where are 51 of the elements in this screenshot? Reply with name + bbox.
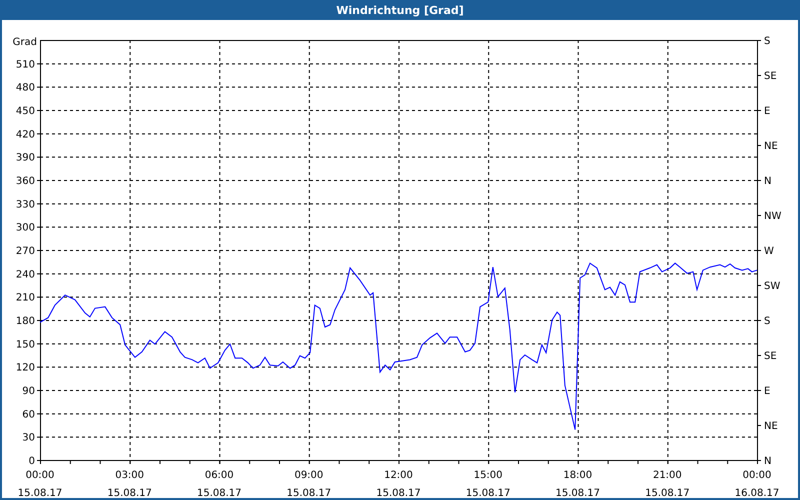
y-tick-label: 270 [16,246,35,257]
compass-tick-label: S [764,316,770,327]
date-tick-label: 15.08.17 [466,488,510,498]
y-tick-label: 300 [16,222,35,234]
compass-tick-label: S [764,36,770,47]
y-axis-title: Grad [12,37,37,48]
date-tick-label: 15.08.17 [376,488,421,498]
date-tick-label: 15.08.17 [18,488,62,498]
y-tick-label: 210 [16,292,35,304]
compass-tick-label: N [764,176,772,187]
y-tick-label: 30 [22,432,35,444]
compass-tick-label: N [764,456,772,467]
compass-tick-label: E [764,386,770,397]
time-tick-label: 18:00 [563,470,592,481]
date-tick-label: 15.08.17 [286,488,332,498]
date-tick-label: 16.08.17 [734,488,780,498]
date-tick-label: 15.08.17 [555,488,600,498]
y-tick-label: 420 [16,129,35,140]
window-title: Windrichtung [Grad] [0,0,800,20]
y-tick-label: 150 [16,339,35,350]
time-tick-label: 00:00 [26,470,54,481]
date-tick-label: 15.08.17 [107,488,152,498]
compass-tick-label: SE [764,351,777,362]
y-tick-label: 390 [16,152,35,164]
compass-tick-label: NE [764,421,778,432]
y-tick-label: 240 [16,269,35,280]
compass-tick-label: NW [764,211,782,222]
compass-tick-label: W [764,246,774,257]
y-tick-label: 360 [16,176,35,187]
y-tick-label: 120 [16,362,35,374]
y-tick-label: 180 [16,316,35,327]
date-tick-label: 15.08.17 [196,488,242,498]
compass-tick-label: NE [764,141,778,152]
time-tick-label: 09:00 [294,470,324,481]
y-tick-label: 0 [28,456,35,467]
compass-tick-label: E [764,106,770,117]
y-tick-label: 510 [16,59,35,70]
y-tick-label: 450 [16,106,35,117]
y-tick-label: 60 [22,409,35,420]
time-tick-label: 12:00 [384,470,413,481]
date-tick-label: 15.08.17 [645,488,690,498]
y-tick-label: 480 [16,82,35,94]
y-tick-label: 330 [16,199,35,210]
compass-tick-label: SW [764,281,780,292]
time-tick-label: 06:00 [204,470,234,481]
y-tick-label: 90 [22,386,35,397]
time-tick-label: 00:00 [742,470,772,481]
compass-tick-label: SE [764,71,777,82]
time-tick-label: 15:00 [474,470,503,481]
time-tick-label: 03:00 [115,470,144,481]
time-tick-label: 21:00 [652,470,682,481]
